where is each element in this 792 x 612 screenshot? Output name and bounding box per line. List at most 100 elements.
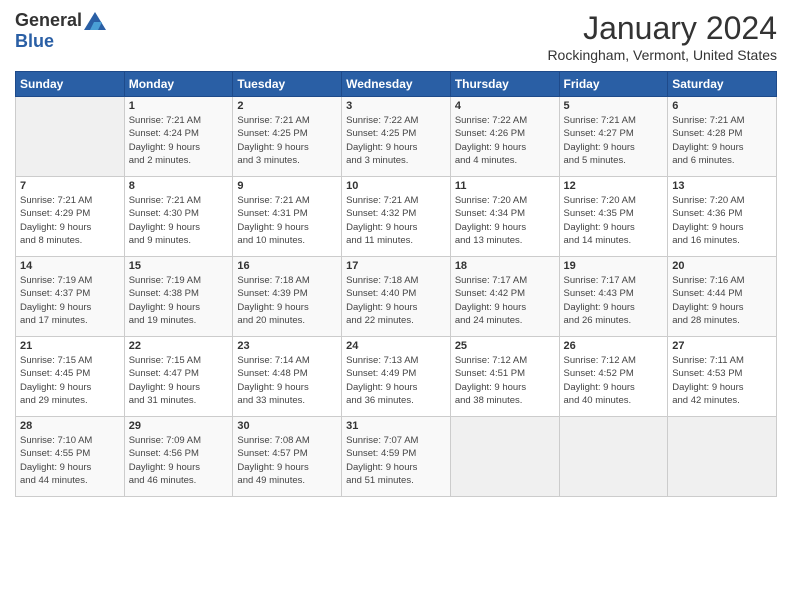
logo-general-text: General	[15, 10, 82, 31]
table-row: 14Sunrise: 7:19 AMSunset: 4:37 PMDayligh…	[16, 257, 125, 337]
table-row: 6 Sunrise: 7:21 AMSunset: 4:28 PMDaylight…	[668, 97, 777, 177]
header: General Blue January 2024 Rockingham, Ve…	[15, 10, 777, 63]
col-sunday: Sunday	[16, 72, 125, 97]
table-row: 1Sunrise: 7:21 AMSunset: 4:24 PMDaylight…	[124, 97, 233, 177]
table-row: 28Sunrise: 7:10 AMSunset: 4:55 PMDayligh…	[16, 417, 125, 497]
table-row: 10Sunrise: 7:21 AMSunset: 4:32 PMDayligh…	[342, 177, 451, 257]
day-number: 19	[564, 260, 664, 272]
day-info: Sunrise: 7:22 AMSunset: 4:25 PMDaylight:…	[346, 115, 418, 166]
day-info: Sunrise: 7:11 AMSunset: 4:53 PMDaylight:…	[672, 355, 744, 406]
day-info: Sunrise: 7:12 AMSunset: 4:51 PMDaylight:…	[455, 355, 527, 406]
col-saturday: Saturday	[668, 72, 777, 97]
day-info: Sunrise: 7:12 AMSunset: 4:52 PMDaylight:…	[564, 355, 636, 406]
table-row: 29 Sunrise: 7:09 AMSunset: 4:56 PMDayligh…	[124, 417, 233, 497]
calendar-week-row: 7 Sunrise: 7:21 AMSunset: 4:29 PMDaylight…	[16, 177, 777, 257]
calendar-week-row: 14Sunrise: 7:19 AMSunset: 4:37 PMDayligh…	[16, 257, 777, 337]
day-info: Sunrise: 7:21 AMSunset: 4:27 PMDaylight:…	[564, 115, 636, 166]
day-number: 5	[564, 100, 664, 112]
day-info: Sunrise: 7:08 AMSunset: 4:57 PMDaylight:…	[237, 435, 309, 486]
col-wednesday: Wednesday	[342, 72, 451, 97]
table-row	[16, 97, 125, 177]
day-number: 2	[237, 100, 337, 112]
day-number: 27	[672, 340, 772, 352]
table-row: 5 Sunrise: 7:21 AMSunset: 4:27 PMDaylight…	[559, 97, 668, 177]
day-number: 26	[564, 340, 664, 352]
day-info: Sunrise: 7:18 AMSunset: 4:39 PMDaylight:…	[237, 275, 309, 326]
day-number: 25	[455, 340, 555, 352]
calendar-week-row: 1Sunrise: 7:21 AMSunset: 4:24 PMDaylight…	[16, 97, 777, 177]
day-number: 3	[346, 100, 446, 112]
calendar-header-row: Sunday Monday Tuesday Wednesday Thursday…	[16, 72, 777, 97]
day-info: Sunrise: 7:15 AMSunset: 4:47 PMDaylight:…	[129, 355, 201, 406]
day-number: 24	[346, 340, 446, 352]
day-number: 7	[20, 180, 120, 192]
table-row: 11Sunrise: 7:20 AMSunset: 4:34 PMDayligh…	[450, 177, 559, 257]
day-number: 12	[564, 180, 664, 192]
day-number: 6	[672, 100, 772, 112]
day-number: 13	[672, 180, 772, 192]
table-row: 12 Sunrise: 7:20 AMSunset: 4:35 PMDayligh…	[559, 177, 668, 257]
day-info: Sunrise: 7:09 AMSunset: 4:56 PMDaylight:…	[129, 435, 201, 486]
table-row: 31 Sunrise: 7:07 AMSunset: 4:59 PMDayligh…	[342, 417, 451, 497]
table-row: 26 Sunrise: 7:12 AMSunset: 4:52 PMDayligh…	[559, 337, 668, 417]
table-row: 4 Sunrise: 7:22 AMSunset: 4:26 PMDaylight…	[450, 97, 559, 177]
table-row: 24 Sunrise: 7:13 AMSunset: 4:49 PMDayligh…	[342, 337, 451, 417]
day-info: Sunrise: 7:21 AMSunset: 4:28 PMDaylight:…	[672, 115, 744, 166]
day-number: 8	[129, 180, 229, 192]
day-info: Sunrise: 7:17 AMSunset: 4:43 PMDaylight:…	[564, 275, 636, 326]
col-monday: Monday	[124, 72, 233, 97]
table-row: 16 Sunrise: 7:18 AMSunset: 4:39 PMDayligh…	[233, 257, 342, 337]
table-row	[559, 417, 668, 497]
col-tuesday: Tuesday	[233, 72, 342, 97]
page-container: General Blue January 2024 Rockingham, Ve…	[0, 0, 792, 502]
day-number: 21	[20, 340, 120, 352]
table-row: 2Sunrise: 7:21 AMSunset: 4:25 PMDaylight…	[233, 97, 342, 177]
logo-icon	[84, 12, 106, 30]
day-info: Sunrise: 7:13 AMSunset: 4:49 PMDaylight:…	[346, 355, 418, 406]
day-info: Sunrise: 7:14 AMSunset: 4:48 PMDaylight:…	[237, 355, 309, 406]
table-row: 21 Sunrise: 7:15 AMSunset: 4:45 PMDayligh…	[16, 337, 125, 417]
day-info: Sunrise: 7:22 AMSunset: 4:26 PMDaylight:…	[455, 115, 527, 166]
day-info: Sunrise: 7:20 AMSunset: 4:36 PMDaylight:…	[672, 195, 744, 246]
table-row: 27 Sunrise: 7:11 AMSunset: 4:53 PMDayligh…	[668, 337, 777, 417]
day-info: Sunrise: 7:16 AMSunset: 4:44 PMDaylight:…	[672, 275, 744, 326]
day-number: 31	[346, 420, 446, 432]
day-number: 30	[237, 420, 337, 432]
day-info: Sunrise: 7:21 AMSunset: 4:32 PMDaylight:…	[346, 195, 418, 246]
day-info: Sunrise: 7:15 AMSunset: 4:45 PMDaylight:…	[20, 355, 92, 406]
day-number: 29	[129, 420, 229, 432]
day-info: Sunrise: 7:17 AMSunset: 4:42 PMDaylight:…	[455, 275, 527, 326]
day-info: Sunrise: 7:07 AMSunset: 4:59 PMDaylight:…	[346, 435, 418, 486]
day-info: Sunrise: 7:19 AMSunset: 4:37 PMDaylight:…	[20, 275, 92, 326]
day-number: 9	[237, 180, 337, 192]
table-row: 19 Sunrise: 7:17 AMSunset: 4:43 PMDayligh…	[559, 257, 668, 337]
day-info: Sunrise: 7:20 AMSunset: 4:35 PMDaylight:…	[564, 195, 636, 246]
day-info: Sunrise: 7:19 AMSunset: 4:38 PMDaylight:…	[129, 275, 201, 326]
logo-blue-text: Blue	[15, 31, 54, 52]
day-number: 28	[20, 420, 120, 432]
day-number: 16	[237, 260, 337, 272]
table-row	[450, 417, 559, 497]
title-section: January 2024 Rockingham, Vermont, United…	[547, 10, 777, 63]
table-row: 9Sunrise: 7:21 AMSunset: 4:31 PMDaylight…	[233, 177, 342, 257]
day-number: 17	[346, 260, 446, 272]
col-friday: Friday	[559, 72, 668, 97]
calendar-table: Sunday Monday Tuesday Wednesday Thursday…	[15, 71, 777, 497]
table-row: 22 Sunrise: 7:15 AMSunset: 4:47 PMDayligh…	[124, 337, 233, 417]
location: Rockingham, Vermont, United States	[547, 47, 777, 63]
day-number: 4	[455, 100, 555, 112]
table-row: 18 Sunrise: 7:17 AMSunset: 4:42 PMDayligh…	[450, 257, 559, 337]
day-number: 18	[455, 260, 555, 272]
day-number: 23	[237, 340, 337, 352]
table-row: 17Sunrise: 7:18 AMSunset: 4:40 PMDayligh…	[342, 257, 451, 337]
table-row: 25 Sunrise: 7:12 AMSunset: 4:51 PMDayligh…	[450, 337, 559, 417]
calendar-week-row: 28Sunrise: 7:10 AMSunset: 4:55 PMDayligh…	[16, 417, 777, 497]
table-row: 15Sunrise: 7:19 AMSunset: 4:38 PMDayligh…	[124, 257, 233, 337]
month-title: January 2024	[547, 10, 777, 47]
table-row: 8 Sunrise: 7:21 AMSunset: 4:30 PMDaylight…	[124, 177, 233, 257]
day-number: 22	[129, 340, 229, 352]
table-row: 30 Sunrise: 7:08 AMSunset: 4:57 PMDayligh…	[233, 417, 342, 497]
day-info: Sunrise: 7:21 AMSunset: 4:30 PMDaylight:…	[129, 195, 201, 246]
col-thursday: Thursday	[450, 72, 559, 97]
day-info: Sunrise: 7:21 AMSunset: 4:29 PMDaylight:…	[20, 195, 92, 246]
